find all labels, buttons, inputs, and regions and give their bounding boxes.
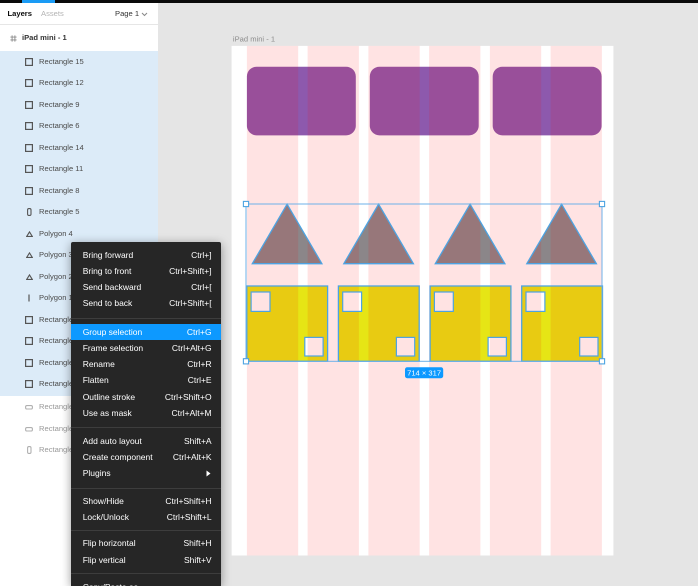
svg-text:iPad mini - 1: iPad mini - 1: [233, 35, 275, 44]
svg-text:714 × 317: 714 × 317: [407, 369, 441, 378]
